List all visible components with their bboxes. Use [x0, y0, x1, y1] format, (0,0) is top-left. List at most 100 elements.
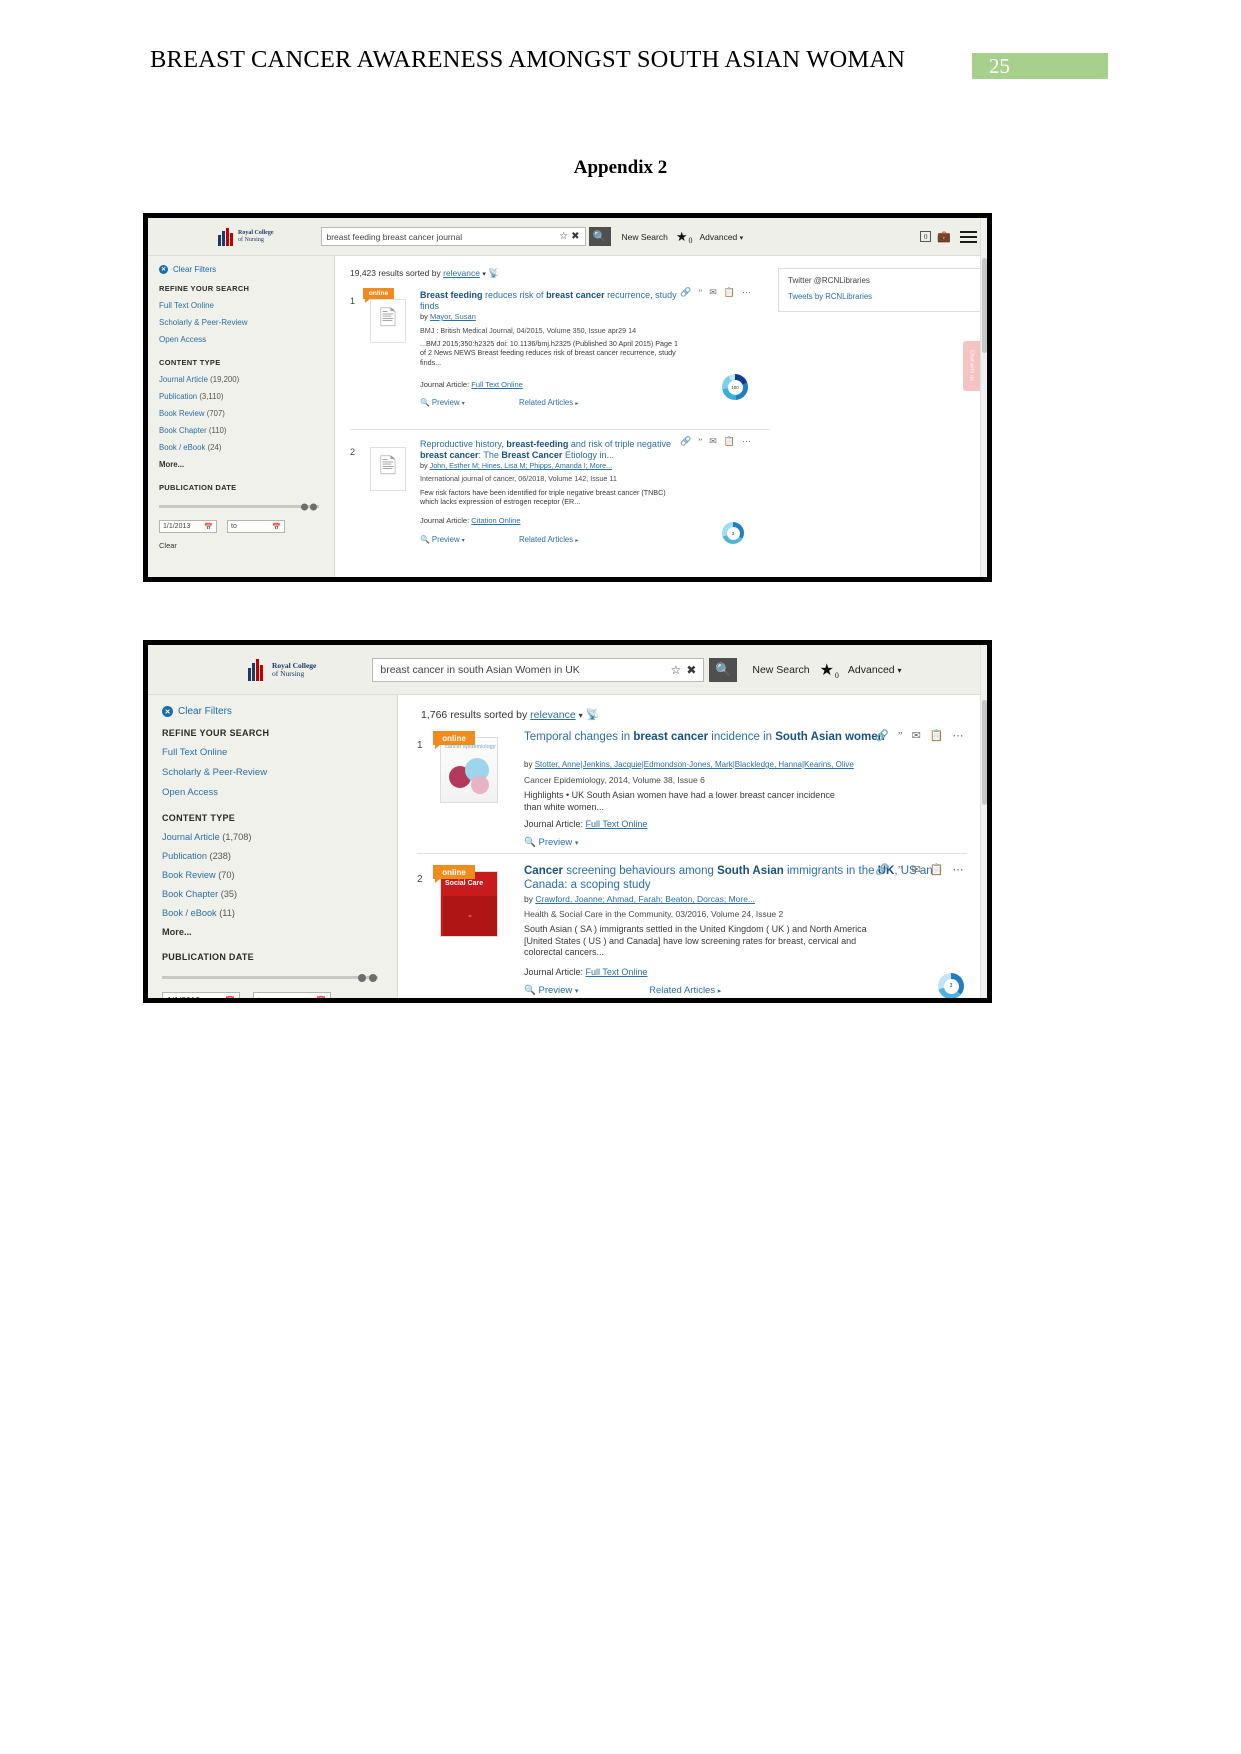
calendar-icon[interactable]: 📅 — [204, 523, 213, 531]
content-type-more-button-2[interactable]: More... — [162, 927, 397, 937]
briefcase-icon[interactable]: 💼 — [937, 230, 951, 243]
slider-knob-left[interactable] — [301, 503, 308, 510]
date-from-input-1[interactable]: 1/1/2013 📅 — [159, 520, 217, 533]
email-icon[interactable]: ✉ — [912, 863, 921, 876]
more-options-icon[interactable]: ⋯ — [742, 436, 751, 447]
result-thumbnail-1-2[interactable]: 🖹 — [370, 447, 406, 491]
refine-item-scholarly-peer-review-1[interactable]: Scholarly & Peer-Review — [159, 318, 334, 327]
search-button-2[interactable]: 🔍 — [709, 657, 738, 682]
content-type-more-button-1[interactable]: More... — [159, 460, 334, 469]
result-row-2-1[interactable]: 1 online cancer epidemiology Temporal ch… — [417, 729, 967, 854]
email-icon[interactable]: ✉ — [912, 729, 921, 742]
date-to-input-1[interactable]: to 📅 — [227, 520, 285, 533]
content-type-journal-article-1[interactable]: Journal Article (19,200) — [159, 375, 334, 384]
result-cover-2-2[interactable]: Social Care — [440, 871, 498, 937]
content-type-book-review-2[interactable]: Book Review (70) — [162, 870, 397, 880]
calendar-icon[interactable]: 📅 — [316, 996, 326, 999]
citation-icon[interactable]: ” — [698, 288, 702, 298]
altmetric-badge-1-2[interactable]: 3 — [722, 522, 744, 544]
advanced-search-link-2[interactable]: Advanced ▾ — [848, 664, 902, 676]
sort-select-1[interactable]: relevance — [443, 268, 480, 278]
results-scrollbar-2[interactable] — [980, 645, 987, 998]
menu-icon[interactable] — [960, 230, 977, 243]
source-name[interactable]: International journal of cancer — [420, 474, 514, 483]
language-button-1[interactable]: 0 — [920, 231, 932, 242]
search-button-1[interactable]: 🔍 — [588, 227, 611, 246]
more-options-icon[interactable]: ⋯ — [742, 287, 751, 298]
author-link[interactable]: Crawford, Joanne; Ahmad, Farah; Beaton, … — [535, 894, 755, 904]
scrollbar-thumb-2[interactable] — [982, 700, 987, 805]
clear-filters-button-2[interactable]: ✕ Clear Filters — [162, 706, 397, 717]
result-cover-2-1[interactable]: cancer epidemiology — [440, 737, 498, 803]
search-input-2[interactable]: breast cancer in south Asian Women in UK — [380, 664, 670, 676]
source-name[interactable]: BMJ : British Medical Journal — [420, 326, 513, 335]
publication-date-slider-2[interactable] — [162, 973, 378, 982]
twitter-timeline-link-1[interactable]: Tweets by RCNLibraries — [788, 292, 983, 301]
altmetric-badge-1-1[interactable]: 100 — [722, 374, 748, 400]
permalink-icon[interactable]: 🔗 — [875, 729, 889, 742]
favorites-button-2[interactable]: ★ 0 — [820, 660, 839, 680]
clear-icon[interactable]: ✖ — [571, 231, 579, 242]
chevron-down-icon[interactable]: ▾ — [482, 271, 486, 278]
content-type-book-ebook-2[interactable]: Book / eBook (11) — [162, 908, 397, 918]
related-articles-button-1-1[interactable]: Related Articles ▸ — [519, 398, 578, 407]
citation-icon[interactable]: ” — [698, 437, 702, 447]
publication-date-slider-1[interactable] — [159, 503, 319, 510]
author-link[interactable]: Mayor, Susan — [430, 312, 476, 321]
rcn-logo-2[interactable]: Royal College of Nursing — [248, 658, 316, 681]
content-type-publication-1[interactable]: Publication (3,110) — [159, 392, 334, 401]
favorites-button-1[interactable]: ★ 0 — [676, 229, 693, 245]
email-icon[interactable]: ✉ — [709, 287, 717, 298]
author-link[interactable]: Stotter, Anne|Jenkins, Jacquie|Edmondson… — [535, 760, 854, 769]
clear-icon[interactable]: ✖ — [686, 663, 696, 677]
star-icon[interactable]: ☆ — [671, 663, 682, 677]
more-options-icon[interactable]: ⋯ — [953, 863, 964, 876]
result-row-2-2[interactable]: 2 online Social Care Cancer screening be… — [417, 863, 967, 998]
full-text-online-link-2-2[interactable]: Full Text Online — [586, 967, 648, 977]
preview-button-1-2[interactable]: 🔍 Preview ▾ — [420, 535, 467, 544]
search-box-1[interactable]: breast feeding breast cancer journal ☆ ✖ — [320, 227, 586, 246]
source-name[interactable]: Health & Social Care in the Community — [524, 909, 671, 919]
altmetric-badge-2-2[interactable]: 3 — [938, 973, 964, 998]
search-box-2[interactable]: breast cancer in south Asian Women in UK… — [372, 657, 705, 682]
citation-online-link-1-2[interactable]: Citation Online — [471, 516, 520, 525]
result-row-1-1[interactable]: 1 online 🖹 Breast feeding reduces risk o… — [350, 286, 770, 430]
search-input-1[interactable]: breast feeding breast cancer journal — [327, 232, 560, 242]
refine-item-open-access-2[interactable]: Open Access — [162, 787, 397, 798]
permalink-icon[interactable]: 🔗 — [875, 863, 889, 876]
refine-item-full-text-online-1[interactable]: Full Text Online — [159, 301, 334, 310]
content-type-book-chapter-1[interactable]: Book Chapter (110) — [159, 426, 334, 435]
date-from-input-2[interactable]: 1/1/2013 📅 — [162, 992, 240, 998]
result-row-1-2[interactable]: 2 🖹 Reproductive history, breast-feeding… — [350, 436, 770, 577]
refine-item-open-access-1[interactable]: Open Access — [159, 335, 334, 344]
result-thumbnail-1-1[interactable]: 🖹 — [370, 299, 406, 343]
related-articles-button-2-2[interactable]: Related Articles ▸ — [649, 985, 721, 996]
results-scrollbar-1[interactable] — [980, 218, 987, 577]
source-name[interactable]: Cancer Epidemiology — [524, 775, 604, 785]
rcn-logo-1[interactable]: Royal College of Nursing — [218, 227, 274, 246]
slider-knob-left[interactable] — [358, 973, 366, 982]
content-type-book-review-1[interactable]: Book Review (707) — [159, 409, 334, 418]
refine-item-full-text-online-2[interactable]: Full Text Online — [162, 747, 397, 758]
export-icon[interactable]: 📋 — [930, 729, 944, 742]
new-search-link-1[interactable]: New Search — [622, 232, 668, 242]
related-articles-button-1-2[interactable]: Related Articles ▸ — [519, 535, 578, 544]
citation-icon[interactable]: ” — [898, 864, 903, 876]
email-icon[interactable]: ✉ — [709, 436, 717, 447]
full-text-online-link-1-1[interactable]: Full Text Online — [471, 380, 523, 389]
permalink-icon[interactable]: 🔗 — [680, 287, 691, 298]
rss-icon[interactable]: 📡 — [488, 268, 499, 278]
scrollbar-thumb-1[interactable] — [982, 258, 987, 353]
content-type-publication-2[interactable]: Publication (238) — [162, 851, 397, 861]
calendar-icon[interactable]: 📅 — [272, 523, 281, 531]
slider-knob-right[interactable] — [369, 973, 377, 982]
chat-with-us-tab-1[interactable]: Chat with us — [963, 341, 980, 391]
more-options-icon[interactable]: ⋯ — [953, 729, 964, 742]
preview-button-1-1[interactable]: 🔍 Preview ▾ — [420, 398, 467, 407]
content-type-book-ebook-1[interactable]: Book / eBook (24) — [159, 443, 334, 452]
advanced-search-link-1[interactable]: Advanced ▾ — [699, 232, 743, 242]
slider-knob-right[interactable] — [310, 503, 317, 510]
full-text-online-link-2-1[interactable]: Full Text Online — [586, 819, 648, 829]
clear-filters-button-1[interactable]: ✕ Clear Filters — [159, 265, 334, 274]
content-type-journal-article-2[interactable]: Journal Article (1,708) — [162, 832, 397, 842]
